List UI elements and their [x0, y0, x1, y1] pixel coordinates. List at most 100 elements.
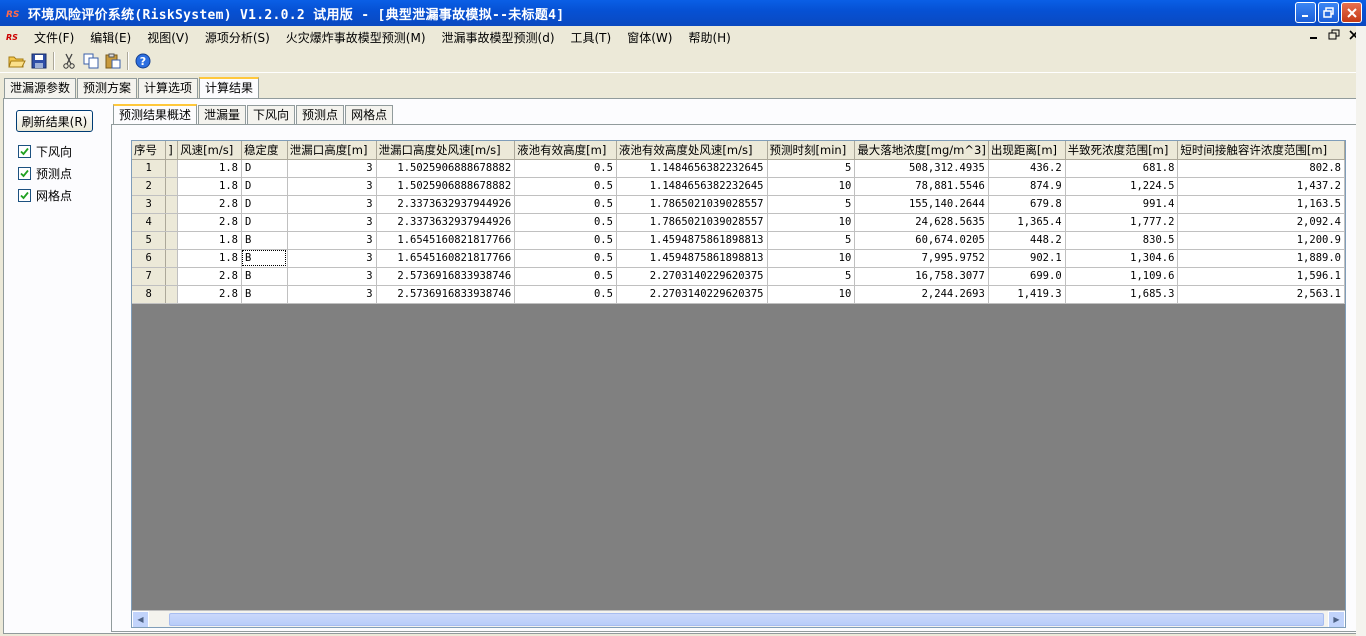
table-row[interactable]: 1 1.8 D 3 1.5025906888678882 0.5 1.14846563822… — [132, 159, 1345, 178]
table-cell[interactable]: 10 — [767, 285, 856, 304]
table-cell[interactable]: 1,200.9 — [1177, 231, 1345, 250]
table-cell[interactable] — [165, 285, 179, 304]
table-cell[interactable]: 0.5 — [514, 195, 617, 214]
row-number-cell[interactable]: 5 — [132, 231, 167, 250]
table-cell[interactable]: 3 — [287, 267, 377, 286]
table-row[interactable]: 5 1.8 B 3 1.6545160821817766 0.5 1.45948758618… — [132, 231, 1345, 250]
checkbox-grid-point[interactable]: 网格点 — [18, 187, 72, 204]
table-cell[interactable]: B — [241, 267, 288, 286]
tab-calc-results[interactable]: 计算结果 — [199, 77, 260, 99]
table-cell[interactable] — [165, 231, 179, 250]
checkbox-checked-icon[interactable] — [18, 145, 31, 158]
table-cell[interactable]: 1.6545160821817766 — [376, 249, 516, 268]
scroll-left-icon[interactable]: ◀ — [132, 610, 149, 627]
checkbox-checked-icon[interactable] — [18, 189, 31, 202]
table-cell[interactable]: 508,312.4935 — [854, 159, 989, 178]
table-cell[interactable]: 2.2703140229620375 — [616, 267, 768, 286]
help-button[interactable]: ? — [132, 50, 154, 72]
table-cell[interactable]: B — [241, 249, 288, 268]
cut-button[interactable] — [58, 50, 80, 72]
table-cell[interactable]: 0.5 — [514, 267, 617, 286]
table-row[interactable]: 6 1.8 B 3 1.6545160821817766 0.5 1.45948758618… — [132, 249, 1345, 268]
column-header[interactable]: 泄漏口高度[m] — [287, 141, 377, 160]
table-cell[interactable]: 1,437.2 — [1177, 177, 1345, 196]
table-cell[interactable]: 3 — [287, 285, 377, 304]
table-cell[interactable]: 991.4 — [1065, 195, 1179, 214]
table-cell[interactable]: 78,881.5546 — [854, 177, 989, 196]
menu-file[interactable]: 文件(F) — [26, 28, 82, 48]
results-grid[interactable]: 序号 ] 风速[m/s] 稳定度 泄漏口高度[m] 泄漏口高度处风速[m/s] … — [131, 140, 1346, 628]
table-cell[interactable]: 1,419.3 — [988, 285, 1066, 304]
tab-downwind[interactable]: 下风向 — [247, 105, 296, 125]
restore-button[interactable] — [1318, 2, 1339, 23]
checkbox-downwind[interactable]: 下风向 — [18, 143, 72, 160]
table-cell[interactable]: 1,596.1 — [1177, 267, 1345, 286]
column-header[interactable]: 液池有效高度[m] — [514, 141, 617, 160]
mdi-restore-icon[interactable] — [1328, 29, 1340, 41]
table-cell[interactable]: 1,777.2 — [1065, 213, 1179, 232]
copy-button[interactable] — [80, 50, 102, 72]
column-header[interactable]: 液池有效高度处风速[m/s] — [616, 141, 768, 160]
table-cell[interactable]: 699.0 — [988, 267, 1066, 286]
close-button[interactable] — [1341, 2, 1362, 23]
table-cell[interactable]: 1.4594875861898813 — [616, 231, 768, 250]
table-cell[interactable]: 5 — [767, 195, 856, 214]
column-header[interactable]: 稳定度 — [241, 141, 288, 160]
tab-result-summary[interactable]: 预测结果概述 — [113, 104, 198, 126]
table-cell[interactable]: 3 — [287, 177, 377, 196]
table-cell[interactable]: 1.5025906888678882 — [376, 159, 516, 178]
table-cell[interactable]: 2.8 — [177, 213, 242, 232]
table-cell[interactable]: 10 — [767, 177, 856, 196]
horizontal-scrollbar[interactable]: ◀ ▶ — [132, 610, 1345, 627]
table-cell[interactable]: 2.5736916833938746 — [376, 285, 516, 304]
row-number-cell[interactable]: 4 — [132, 213, 167, 232]
table-cell[interactable]: 0.5 — [514, 177, 617, 196]
table-cell[interactable]: 1.4594875861898813 — [616, 249, 768, 268]
table-cell[interactable]: 874.9 — [988, 177, 1066, 196]
table-cell[interactable]: 2.2703140229620375 — [616, 285, 768, 304]
paste-button[interactable] — [102, 50, 124, 72]
table-cell[interactable]: 1.8 — [177, 177, 242, 196]
table-cell[interactable]: 5 — [767, 159, 856, 178]
menu-source-analysis[interactable]: 源项分析(S) — [197, 28, 278, 48]
row-number-cell[interactable]: 8 — [132, 285, 167, 304]
table-cell[interactable]: D — [241, 195, 288, 214]
table-cell[interactable] — [165, 195, 179, 214]
table-cell[interactable]: 155,140.2644 — [854, 195, 989, 214]
row-number-cell[interactable]: 1 — [132, 159, 167, 178]
table-cell[interactable]: 0.5 — [514, 159, 617, 178]
table-cell[interactable]: 0.5 — [514, 285, 617, 304]
column-header[interactable]: 半致死浓度范围[m] — [1065, 141, 1179, 160]
table-cell[interactable]: 1,109.6 — [1065, 267, 1179, 286]
table-cell[interactable]: D — [241, 177, 288, 196]
save-button[interactable] — [28, 50, 50, 72]
tab-calc-options[interactable]: 计算选项 — [138, 78, 199, 98]
table-cell[interactable]: 1,365.4 — [988, 213, 1066, 232]
table-cell[interactable]: 902.1 — [988, 249, 1066, 268]
table-cell[interactable]: B — [241, 285, 288, 304]
tab-grid-points[interactable]: 网格点 — [345, 105, 394, 125]
table-cell[interactable]: 3 — [287, 195, 377, 214]
table-cell[interactable]: 1.6545160821817766 — [376, 231, 516, 250]
table-cell[interactable]: 60,674.0205 — [854, 231, 989, 250]
table-cell[interactable]: 2,244.2693 — [854, 285, 989, 304]
column-header[interactable]: 序号 — [132, 141, 167, 160]
column-header[interactable]: 最大落地浓度[mg/m^3] — [854, 141, 989, 160]
menu-tools[interactable]: 工具(T) — [563, 28, 620, 48]
table-row[interactable]: 3 2.8 D 3 2.3373632937944926 0.5 1.78650210390… — [132, 195, 1345, 214]
table-cell[interactable]: 679.8 — [988, 195, 1066, 214]
table-cell[interactable]: 2,563.1 — [1177, 285, 1345, 304]
table-cell[interactable] — [165, 177, 179, 196]
mdi-minimize-icon[interactable] — [1308, 29, 1320, 41]
table-cell[interactable]: 2.8 — [177, 267, 242, 286]
table-cell[interactable]: 1.1484656382232645 — [616, 177, 768, 196]
column-header[interactable]: 泄漏口高度处风速[m/s] — [376, 141, 516, 160]
table-cell[interactable]: 2.3373632937944926 — [376, 195, 516, 214]
table-cell[interactable]: 1.5025906888678882 — [376, 177, 516, 196]
column-header[interactable]: 出现距离[m] — [988, 141, 1066, 160]
menu-help[interactable]: 帮助(H) — [680, 28, 738, 48]
menu-window[interactable]: 窗体(W) — [619, 28, 680, 48]
table-cell[interactable]: 1,304.6 — [1065, 249, 1179, 268]
table-cell[interactable]: 5 — [767, 231, 856, 250]
table-cell[interactable]: D — [241, 213, 288, 232]
